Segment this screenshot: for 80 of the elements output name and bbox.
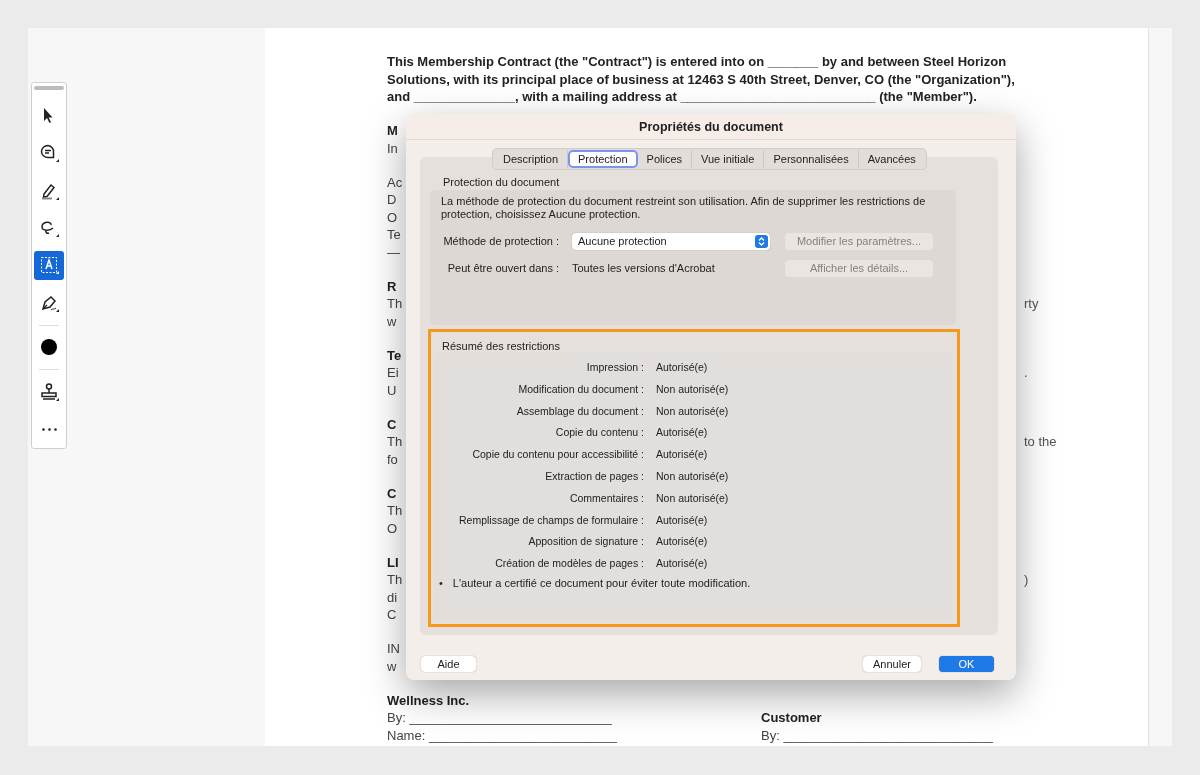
body-text: O xyxy=(387,208,398,226)
restriction-label: Assemblage du document : xyxy=(515,403,645,419)
text-select-icon xyxy=(38,254,60,277)
field-label: Peut être ouvert dans : xyxy=(446,261,560,277)
field-value: Toutes les versions d'Acrobat xyxy=(572,261,716,277)
body-text: Th xyxy=(387,295,403,313)
heading-text: C xyxy=(387,415,397,433)
description-text: La méthode de protection du document restreint son utilisation. Afin de supprimer les restrictions de protection, choisissez Aucune protection. xyxy=(441,195,927,221)
restriction-label: Extraction de pages : xyxy=(544,469,645,484)
stamp-icon xyxy=(38,380,60,403)
restriction-value: Autorisé(e) xyxy=(656,425,708,441)
body-text: U xyxy=(387,381,397,399)
body-text: IN xyxy=(387,640,400,658)
body-text: Te xyxy=(387,226,401,244)
drag-handle[interactable] xyxy=(34,86,64,90)
body-text: In xyxy=(387,139,398,157)
restriction-value: Autorisé(e) xyxy=(656,360,708,375)
protection-select[interactable]: Aucune protection xyxy=(572,233,770,250)
restriction-value: Autorisé(e) xyxy=(656,556,708,572)
restriction-value: Autorisé(e) xyxy=(656,447,708,463)
tab[interactable]: Vue initiale xyxy=(692,150,765,168)
comment-icon xyxy=(38,142,60,165)
heading-text: LI xyxy=(387,553,399,571)
body-text: w xyxy=(387,312,397,330)
body-text: Th xyxy=(387,571,403,589)
cancel-button[interactable]: Annuler xyxy=(863,656,921,672)
heading-text: M xyxy=(387,122,398,140)
restriction-label: Apposition de signature : xyxy=(527,534,645,550)
dialog-title: Propriétés du document xyxy=(406,114,1016,140)
restriction-label: Modification du document : xyxy=(517,381,645,397)
restriction-value: Non autorisé(e) xyxy=(656,403,729,419)
body-text: w xyxy=(387,657,397,675)
chevron-updown-icon xyxy=(755,235,768,248)
tab[interactable]: Polices xyxy=(637,150,693,168)
body-text: Th xyxy=(387,433,403,451)
body-text: C xyxy=(387,606,397,624)
body-text: ) xyxy=(1024,571,1030,589)
body-text: rty xyxy=(1024,295,1040,313)
restriction-value: Autorisé(e) xyxy=(656,534,708,550)
body-text: di xyxy=(387,588,398,606)
note-text: L'auteur a certifié ce document pour éviter toute modification. xyxy=(452,575,751,591)
restriction-label: Copie du contenu : xyxy=(554,425,645,441)
field-label: Méthode de protection : xyxy=(442,234,560,250)
restriction-label: Remplissage de champs de formulaire : xyxy=(458,512,645,528)
group-label: Protection du document xyxy=(443,175,560,190)
tab[interactable]: Personnalisées xyxy=(764,150,859,168)
group-label: Résumé des restrictions xyxy=(442,339,560,354)
heading-text: C xyxy=(387,484,397,502)
tab[interactable]: Protection xyxy=(568,150,638,168)
restriction-label: Copie du contenu pour accessibilité : xyxy=(471,447,645,463)
tab[interactable]: Avancées xyxy=(858,150,925,168)
body-text: Ac xyxy=(387,173,403,191)
body-text: Th xyxy=(387,502,403,520)
restriction-value: Non autorisé(e) xyxy=(656,469,729,484)
restriction-label: Impression : xyxy=(585,360,645,375)
restriction-value: Non autorisé(e) xyxy=(656,490,729,506)
body-text: O xyxy=(387,519,398,537)
signature-line: By: _____________________________ xyxy=(761,726,995,744)
ok-button[interactable]: OK xyxy=(939,656,994,672)
heading-text: Solutions, with its principal place of business at 12463 S 40th Street, Denver, CO (the "Organization"), xyxy=(387,70,1015,88)
more-icon xyxy=(41,427,57,431)
help-button[interactable]: Aide xyxy=(421,656,476,672)
signature-line: By: ____________________________ xyxy=(387,709,613,727)
body-text: D xyxy=(387,191,397,209)
bullet-mark: • xyxy=(439,575,443,591)
restriction-label: Commentaires : xyxy=(568,490,645,506)
body-text: . xyxy=(1024,364,1029,382)
body-text: fo xyxy=(387,450,398,468)
heading-text: and ______________, with a mailing address at ___________________________ (the "Member"). xyxy=(387,88,977,106)
heading-text: Te xyxy=(387,346,402,364)
signature-line: Name: __________________________ xyxy=(387,726,618,744)
heading-text: This Membership Contract (the "Contract") is entered into on _______ by and between Steel Horizon xyxy=(387,53,1007,71)
party-name: Customer xyxy=(761,709,822,727)
restriction-value: Non autorisé(e) xyxy=(656,381,729,397)
party-name: Wellness Inc. xyxy=(387,691,470,709)
heading-text: R xyxy=(387,277,397,295)
restriction-label: Création de modèles de pages : xyxy=(494,556,645,572)
body-text: — xyxy=(387,243,400,261)
restriction-value: Autorisé(e) xyxy=(656,512,708,528)
body-text: Ei xyxy=(387,364,399,382)
